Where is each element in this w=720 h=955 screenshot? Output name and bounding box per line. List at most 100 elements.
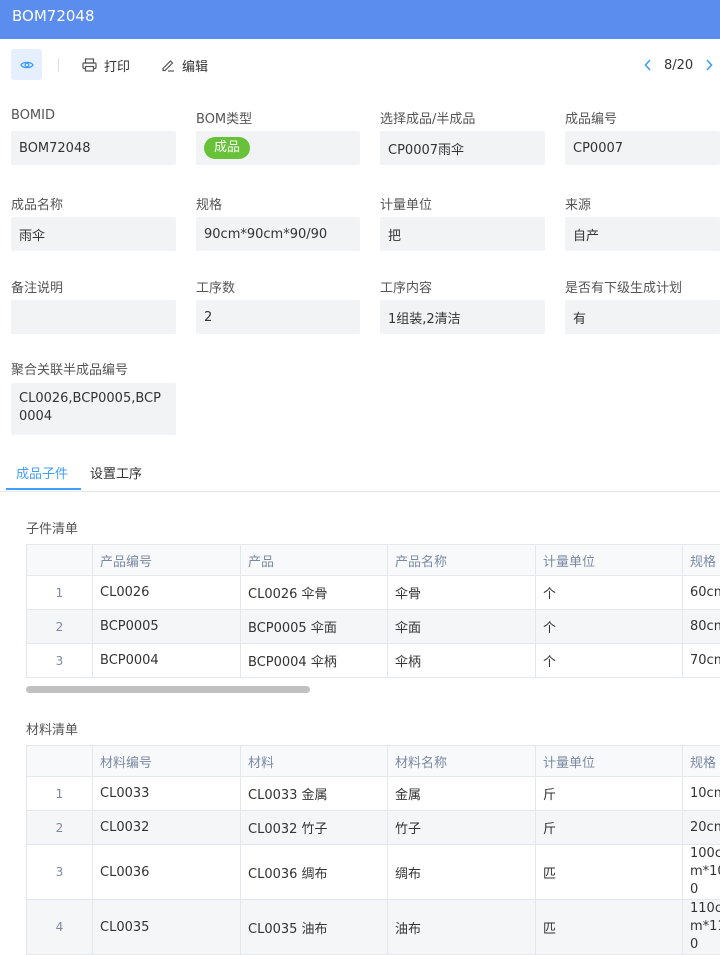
- bom-type-field[interactable]: 成品: [196, 131, 360, 165]
- column-header[interactable]: 规格: [683, 746, 720, 777]
- print-button[interactable]: 打印: [82, 55, 130, 75]
- table-row[interactable]: 3 CL0036 CL0036 绸布 绸布 匹 100cm*100: [27, 845, 720, 900]
- tab-sub-parts[interactable]: 成品子件: [16, 463, 68, 482]
- table-row[interactable]: 1 CL0033 CL0033 金属 金属 斤 10cm: [27, 777, 720, 811]
- bom-id-field[interactable]: BOM72048: [11, 131, 176, 165]
- row-index: 4: [27, 900, 93, 955]
- cell-name: 竹子: [388, 811, 536, 845]
- process-count-value: 2: [204, 310, 212, 325]
- tab-set-process[interactable]: 设置工序: [90, 463, 142, 482]
- product-code-value: CP0007: [573, 141, 623, 156]
- edit-button[interactable]: 编辑: [161, 55, 208, 75]
- print-label: 打印: [104, 56, 130, 75]
- chevron-left-icon[interactable]: [644, 59, 652, 71]
- cell-product: BCP0005 伞面: [241, 610, 388, 644]
- record-pager: 8/20: [644, 55, 713, 75]
- process-content-label: 工序内容: [380, 277, 432, 296]
- product-name-field[interactable]: 雨伞: [11, 217, 176, 251]
- column-header[interactable]: 材料: [241, 746, 388, 777]
- cell-unit: 个: [536, 644, 683, 678]
- process-content-field[interactable]: 1组装,2清洁: [380, 300, 545, 334]
- cell-name: 绸布: [388, 845, 536, 900]
- select-product-value: CP0007雨伞: [388, 139, 464, 158]
- cell-material: CL0032 竹子: [241, 811, 388, 845]
- column-header[interactable]: 产品: [241, 545, 388, 576]
- cell-name: 伞面: [388, 610, 536, 644]
- cell-code: CL0032: [93, 811, 241, 845]
- source-label: 来源: [565, 194, 591, 213]
- window-titlebar: BOM72048: [0, 0, 720, 39]
- bom-id-label: BOMID: [11, 108, 55, 123]
- process-count-field[interactable]: 2: [196, 300, 360, 334]
- aggregate-codes-value: CL0026,BCP0005,BCP0004: [19, 390, 168, 426]
- product-code-label: 成品编号: [565, 108, 617, 127]
- process-content-value: 1组装,2清洁: [388, 308, 461, 327]
- select-product-field[interactable]: CP0007雨伞: [380, 131, 545, 165]
- unit-field[interactable]: 把: [380, 217, 545, 251]
- cell-material: CL0033 金属: [241, 777, 388, 811]
- horizontal-scrollbar[interactable]: [26, 686, 310, 693]
- cell-name: 金属: [388, 777, 536, 811]
- spec-field[interactable]: 90cm*90cm*90/90: [196, 217, 360, 251]
- edit-label: 编辑: [182, 56, 208, 75]
- pencil-icon: [161, 58, 175, 72]
- table-row[interactable]: 2 CL0032 CL0032 竹子 竹子 斤 20cm: [27, 811, 720, 845]
- cell-spec: 80cm: [683, 610, 720, 644]
- cell-spec: 110cm*110: [683, 900, 720, 955]
- table-row[interactable]: 4 CL0035 CL0035 油布 油布 匹 110cm*110: [27, 900, 720, 955]
- row-index: 3: [27, 845, 93, 900]
- table-row[interactable]: 1 CL0026 CL0026 伞骨 伞骨 个 60cm: [27, 576, 720, 610]
- source-field[interactable]: 自产: [565, 217, 720, 251]
- has-sub-plan-value: 有: [573, 308, 586, 327]
- row-index: 3: [27, 644, 93, 678]
- column-header[interactable]: 计量单位: [536, 746, 683, 777]
- row-index: 1: [27, 777, 93, 811]
- unit-label: 计量单位: [380, 194, 432, 213]
- column-header[interactable]: 材料编号: [93, 746, 241, 777]
- view-button[interactable]: [11, 49, 42, 80]
- printer-icon: [82, 58, 97, 72]
- column-header[interactable]: 产品名称: [388, 545, 536, 576]
- cell-spec: 70cm: [683, 644, 720, 678]
- has-sub-plan-field[interactable]: 有: [565, 300, 720, 334]
- column-header[interactable]: 产品编号: [93, 545, 241, 576]
- column-header[interactable]: 计量单位: [536, 545, 683, 576]
- product-name-label: 成品名称: [11, 194, 63, 213]
- cell-unit: 斤: [536, 777, 683, 811]
- column-header[interactable]: 材料名称: [388, 746, 536, 777]
- column-header-index: [27, 545, 93, 576]
- table-header-row: 产品编号 产品 产品名称 计量单位 规格: [27, 545, 720, 576]
- cell-unit: 斤: [536, 811, 683, 845]
- toolbar: 打印 编辑 8/20: [0, 39, 720, 91]
- cell-code: CL0036: [93, 845, 241, 900]
- row-index: 1: [27, 576, 93, 610]
- cell-name: 伞骨: [388, 576, 536, 610]
- has-sub-plan-label: 是否有下级生成计划: [565, 277, 682, 296]
- remark-label: 备注说明: [11, 277, 63, 296]
- cell-spec: 60cm: [683, 576, 720, 610]
- cell-code: BCP0005: [93, 610, 241, 644]
- sub-parts-title: 子件清单: [26, 518, 78, 537]
- aggregate-codes-field[interactable]: CL0026,BCP0005,BCP0004: [11, 383, 176, 435]
- chevron-right-icon[interactable]: [705, 59, 713, 71]
- cell-name: 油布: [388, 900, 536, 955]
- bom-id-value: BOM72048: [19, 141, 91, 156]
- product-code-field[interactable]: CP0007: [565, 131, 720, 165]
- active-tab-indicator: [6, 488, 81, 490]
- toolbar-divider: [58, 58, 59, 72]
- remark-field[interactable]: [11, 300, 176, 334]
- row-index: 2: [27, 811, 93, 845]
- cell-spec: 20cm: [683, 811, 720, 845]
- source-value: 自产: [573, 225, 599, 244]
- column-header-index: [27, 746, 93, 777]
- table-header-row: 材料编号 材料 材料名称 计量单位 规格: [27, 746, 720, 777]
- cell-spec: 10cm: [683, 777, 720, 811]
- bom-type-label: BOM类型: [196, 108, 252, 127]
- row-index: 2: [27, 610, 93, 644]
- cell-unit: 匹: [536, 900, 683, 955]
- table-row[interactable]: 3 BCP0004 BCP0004 伞柄 伞柄 个 70cm: [27, 644, 720, 678]
- cell-unit: 个: [536, 610, 683, 644]
- materials-title: 材料清单: [26, 719, 78, 738]
- table-row[interactable]: 2 BCP0005 BCP0005 伞面 伞面 个 80cm: [27, 610, 720, 644]
- column-header[interactable]: 规格: [683, 545, 720, 576]
